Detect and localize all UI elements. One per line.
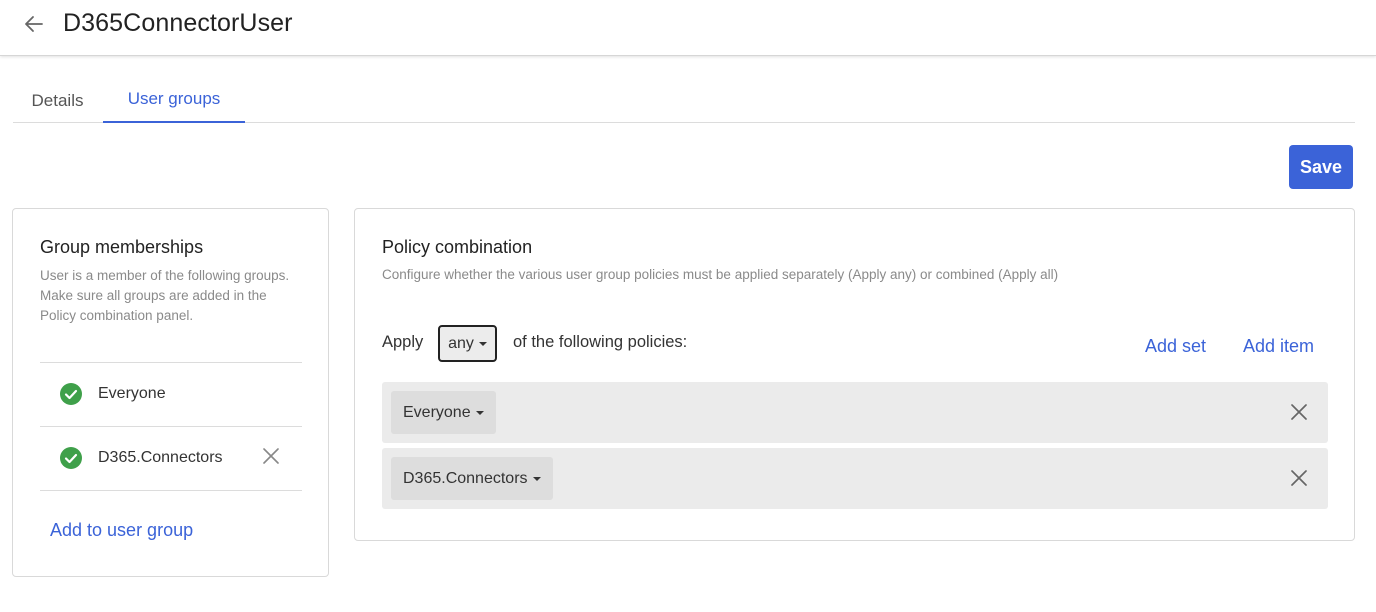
policy-label: D365.Connectors xyxy=(403,469,528,487)
page-title: D365ConnectorUser xyxy=(63,9,293,37)
caret-down-icon xyxy=(532,476,541,481)
policy-label: Everyone xyxy=(403,403,471,421)
member-list: Everyone D365.Connectors xyxy=(40,362,302,491)
member-label: Everyone xyxy=(98,385,166,402)
back-button[interactable] xyxy=(20,10,48,38)
close-icon xyxy=(1291,470,1307,486)
following-policies-label: of the following policies: xyxy=(513,333,688,351)
tab-details[interactable]: Details xyxy=(13,76,102,123)
policy-dropdown[interactable]: Everyone xyxy=(391,391,496,434)
close-icon xyxy=(263,448,279,464)
check-circle-icon xyxy=(60,447,82,469)
add-set-link[interactable]: Add set xyxy=(1145,336,1206,357)
remove-member-button[interactable] xyxy=(260,445,282,467)
apply-mode-dropdown[interactable]: any xyxy=(438,325,497,362)
add-to-user-group-link[interactable]: Add to user group xyxy=(50,520,193,541)
tab-bar: Details User groups xyxy=(13,76,1355,123)
group-memberships-description: User is a member of the following groups… xyxy=(40,268,290,323)
list-item: Everyone xyxy=(40,363,302,427)
page-header: D365ConnectorUser xyxy=(0,0,1376,56)
remove-policy-button[interactable] xyxy=(1288,401,1310,423)
tab-user-groups[interactable]: User groups xyxy=(103,76,245,123)
policy-combination-panel: Policy combination Configure whether the… xyxy=(354,208,1355,541)
member-label: D365.Connectors xyxy=(98,449,223,466)
policy-row: Everyone xyxy=(382,382,1328,443)
remove-policy-button[interactable] xyxy=(1288,467,1310,489)
group-memberships-title: Group memberships xyxy=(40,237,204,257)
add-item-link[interactable]: Add item xyxy=(1243,336,1314,357)
arrow-left-icon xyxy=(25,16,43,32)
check-circle-icon xyxy=(60,383,82,405)
caret-down-icon xyxy=(478,341,487,346)
close-icon xyxy=(1291,404,1307,420)
caret-down-icon xyxy=(475,410,484,415)
apply-label: Apply xyxy=(382,333,424,351)
policy-combination-description: Configure whether the various user group… xyxy=(382,267,1059,282)
policy-combination-title: Policy combination xyxy=(382,237,533,257)
apply-mode-value: any xyxy=(448,334,474,352)
policy-dropdown[interactable]: D365.Connectors xyxy=(391,457,553,500)
policy-row: D365.Connectors xyxy=(382,448,1328,509)
save-button[interactable]: Save xyxy=(1289,145,1353,189)
list-item: D365.Connectors xyxy=(40,427,302,491)
group-memberships-panel: Group memberships User is a member of th… xyxy=(12,208,329,577)
